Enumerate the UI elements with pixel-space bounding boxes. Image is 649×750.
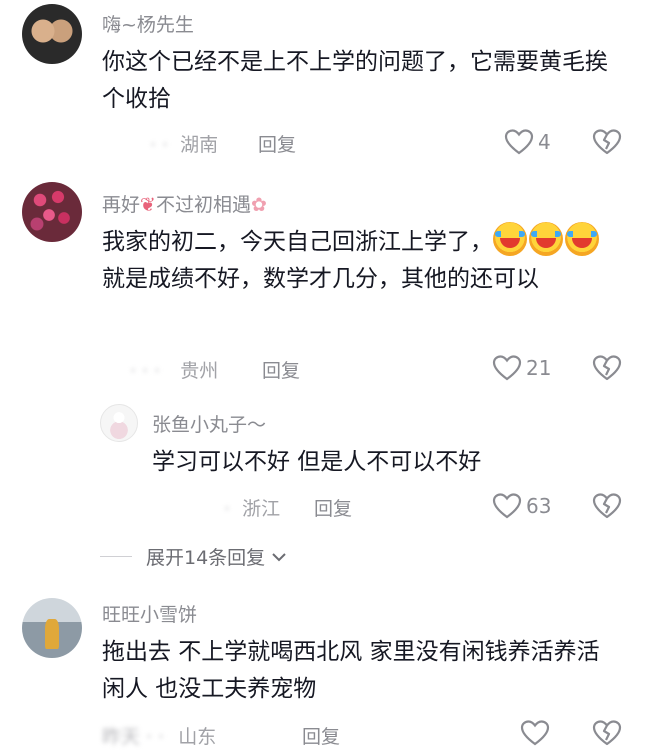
like-count: 63 — [526, 494, 552, 518]
heart-icon[interactable] — [520, 719, 550, 747]
comment-text: 你这个已经不是上不上学的问题了，它需要黄毛挨个收拾 — [102, 49, 608, 112]
comment-time: · — [224, 498, 231, 520]
divider — [100, 556, 132, 557]
reply-button[interactable]: 回复 — [262, 356, 300, 383]
comment-text: 我家的初二，今天自己回浙江上学了， 就是成绩不好，数学才几分，其他的还可以 — [102, 222, 622, 298]
avatar[interactable] — [22, 182, 82, 242]
comment-time-location: · · · 贵州 — [130, 356, 218, 383]
comment-location: 浙江 — [242, 498, 281, 520]
like-count: 4 — [538, 130, 551, 154]
avatar[interactable] — [100, 404, 138, 442]
reply-button[interactable]: 回复 — [258, 130, 296, 157]
comment-text-part: 就是成绩不好，数学才几分，其他的还可以 — [102, 266, 539, 292]
reply-button[interactable]: 回复 — [302, 722, 340, 749]
comment-author[interactable]: 嗨~杨先生 — [102, 10, 194, 37]
rose-icon: ❦ — [140, 194, 156, 216]
chevron-down-icon — [272, 552, 286, 561]
comment-location: 湖南 — [180, 134, 219, 156]
like-button[interactable]: 63 — [492, 492, 551, 520]
comment-location: 山东 — [178, 726, 217, 748]
expand-replies-label: 展开14条回复 — [146, 547, 266, 569]
comment-author[interactable]: 张鱼小丸子〜 — [152, 410, 266, 437]
broken-heart-icon[interactable] — [592, 719, 622, 747]
comment-text-part: 我家的初二，今天自己回浙江上学了， — [102, 229, 493, 255]
comment-location: 贵州 — [180, 360, 219, 382]
avatar[interactable] — [22, 4, 82, 64]
laughing-crying-emoji-icon — [529, 222, 563, 256]
flower-icon: ✿ — [250, 194, 267, 216]
comment-author[interactable]: 再好❦不过初相遇✿ — [102, 190, 267, 217]
broken-heart-icon[interactable] — [592, 492, 622, 520]
author-name-part: 不过初相遇 — [155, 194, 251, 216]
expand-replies-button[interactable]: 展开14条回复 — [100, 543, 287, 570]
author-name-part: 再好 — [102, 194, 141, 216]
like-button[interactable]: 4 — [504, 128, 551, 156]
heart-icon — [504, 129, 534, 155]
comment-author[interactable]: 旺旺小雪饼 — [102, 600, 197, 627]
avatar[interactable] — [22, 598, 82, 658]
like-button[interactable]: 21 — [492, 354, 551, 382]
broken-heart-icon[interactable] — [592, 354, 622, 382]
heart-icon — [492, 355, 522, 381]
comment-text: 学习可以不好 但是人不可以不好 — [152, 449, 482, 475]
laughing-crying-emoji-icon — [493, 222, 527, 256]
comment-time-location: · · 湖南 — [150, 130, 218, 157]
comment-time-location: 昨天 · · 山东 — [102, 722, 216, 749]
comment-time-location: · 浙江 — [224, 494, 280, 521]
comment-text: 拖出去 不上学就喝西北风 家里没有闲钱养活养活闲人 也没工夫养宠物 — [102, 639, 600, 702]
heart-icon — [492, 493, 522, 519]
reply-button[interactable]: 回复 — [314, 494, 352, 521]
broken-heart-icon[interactable] — [592, 128, 622, 156]
like-count: 21 — [526, 356, 552, 380]
comment-time: 昨天 · · — [102, 726, 165, 748]
comment-time: · · · — [130, 360, 161, 382]
laughing-crying-emoji-icon — [565, 222, 599, 256]
comment-time: · · — [150, 134, 169, 156]
